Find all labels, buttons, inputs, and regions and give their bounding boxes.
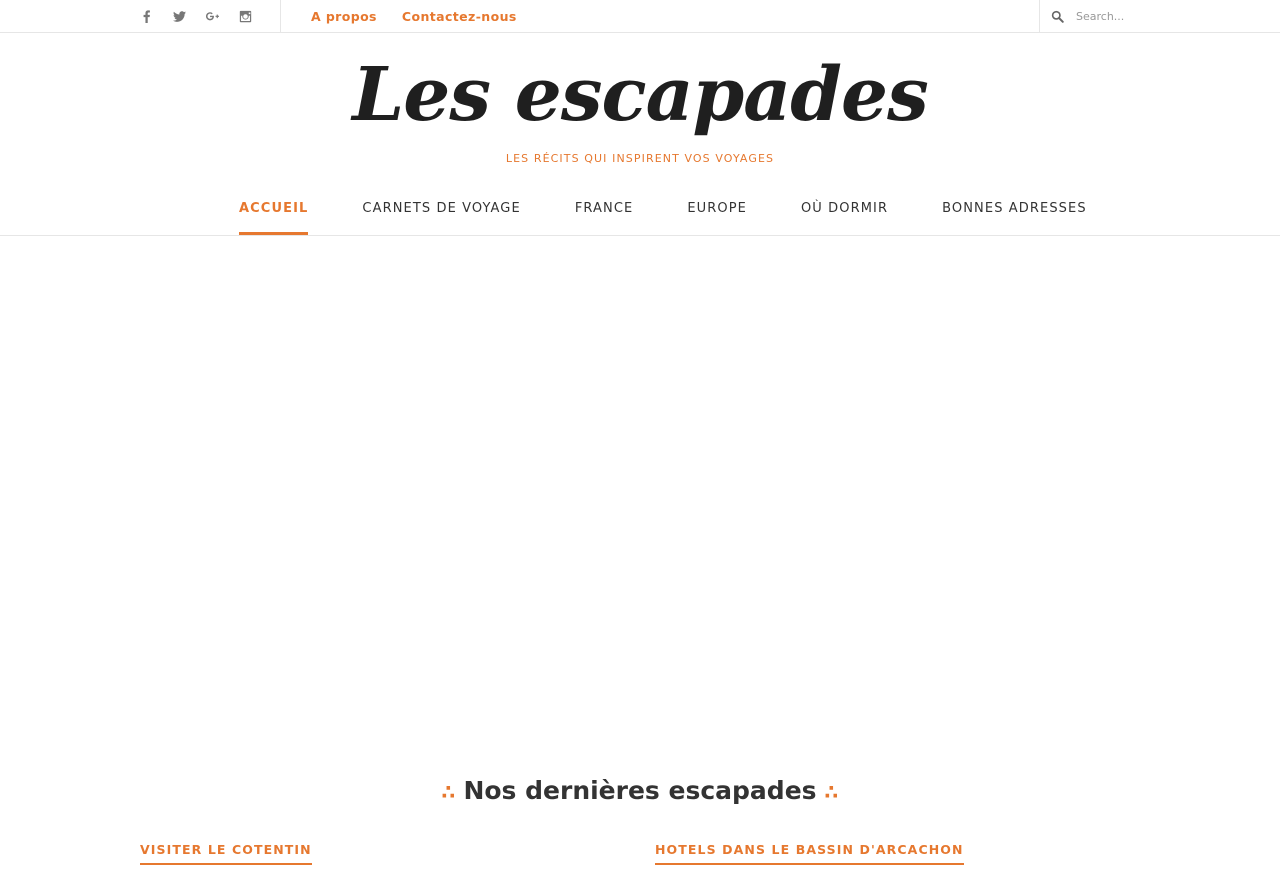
ornament-right: ∴ [824,779,839,804]
post-title-link[interactable]: HOTELS DANS LE BASSIN D'ARCACHON [655,842,964,865]
search-box [1039,0,1280,32]
topbar-divider [280,0,281,32]
nav-item-bonnes-adresses[interactable]: BONNES ADRESSES [942,182,1087,235]
nav-item-france[interactable]: FRANCE [575,182,634,235]
google-plus-icon[interactable] [196,0,229,32]
site-logo[interactable]: Les escapades [0,45,1280,145]
top-links: A propos Contactez-nous [311,0,517,32]
top-bar: A propos Contactez-nous [0,0,1280,33]
search-icon[interactable] [1042,0,1072,32]
section-heading: ∴ Nos dernières escapades ∴ [0,776,1280,805]
search-input[interactable] [1076,1,1256,31]
nav-item-ou-dormir[interactable]: OÙ DORMIR [801,182,888,235]
ornament-left: ∴ [441,779,456,804]
social-links [130,0,262,32]
main-nav: ACCUEIL CARNETS DE VOYAGE FRANCE EUROPE … [0,182,1280,236]
facebook-icon[interactable] [130,0,163,32]
nav-item-europe[interactable]: EUROPE [687,182,747,235]
nav-item-carnets-de-voyage[interactable]: CARNETS DE VOYAGE [362,182,520,235]
instagram-icon[interactable] [229,0,262,32]
site-tagline: LES RÉCITS QUI INSPIRENT VOS VOYAGES [505,152,775,165]
section-heading-text: Nos dernières escapades [463,776,817,805]
twitter-icon[interactable] [163,0,196,32]
contact-link[interactable]: Contactez-nous [402,9,517,24]
about-link[interactable]: A propos [311,9,377,24]
post-title-link[interactable]: VISITER LE COTENTIN [140,842,312,865]
hero-slider [0,237,1280,757]
nav-item-accueil[interactable]: ACCUEIL [239,182,309,235]
